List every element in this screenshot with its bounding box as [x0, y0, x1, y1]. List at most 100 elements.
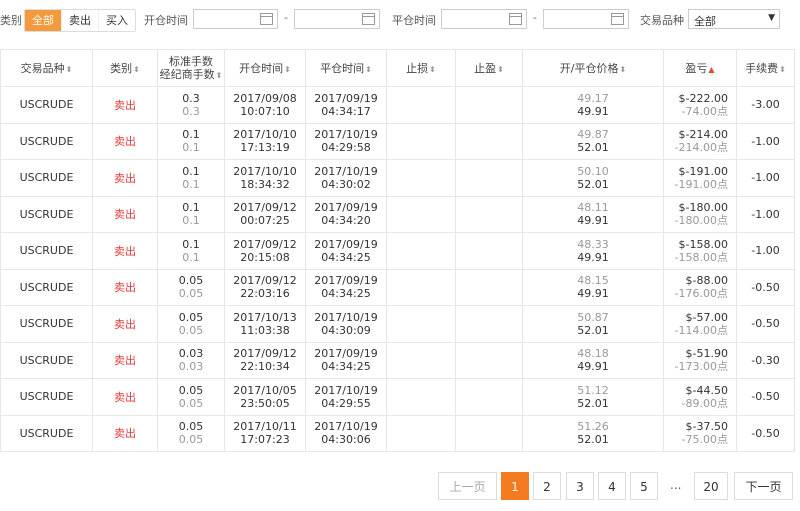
- sort-icon: ⬍: [65, 65, 73, 74]
- cell-stop-loss: [386, 86, 456, 124]
- type-option-buy[interactable]: 买入: [98, 10, 135, 31]
- cell-price: 50.10 52.01: [522, 159, 664, 197]
- cell-lots: 0.03: [178, 347, 204, 361]
- page-button-2[interactable]: 2: [533, 472, 561, 500]
- prev-page-button[interactable]: 上一页: [438, 472, 497, 500]
- cell-close-price: 52.01: [577, 396, 609, 410]
- calendar-icon: [509, 13, 522, 25]
- close-time-label: 平仓时间: [392, 14, 436, 27]
- cell-close-time: 2017/09/19 04:34:25: [305, 341, 387, 379]
- cell-price: 51.12 52.01: [522, 378, 664, 416]
- cell-type: 卖出: [92, 414, 158, 452]
- page-button-4[interactable]: 4: [598, 472, 626, 500]
- cell-pnl-points: -75.00点: [681, 433, 728, 447]
- open-time-start-input[interactable]: [193, 9, 278, 29]
- cell-close-price: 49.91: [577, 214, 609, 228]
- cell-pnl: $-37.50 -75.00点: [663, 414, 737, 452]
- cell-product: USCRUDE: [19, 426, 74, 440]
- cell-close-date: 2017/10/19: [314, 128, 378, 142]
- cell-type: 卖出: [114, 354, 136, 368]
- cell-open-price: 49.17: [577, 91, 609, 105]
- cell-close-price: 49.91: [577, 360, 609, 374]
- cell-open-time: 2017/09/12 22:03:16: [224, 268, 306, 306]
- cell-close-clock: 04:29:55: [321, 396, 371, 410]
- cell-open-price: 50.10: [577, 164, 609, 178]
- header-lots[interactable]: 标准手数 经纪商手数⬍: [157, 49, 225, 87]
- sort-icon: ⬍: [284, 65, 291, 74]
- header-pnl[interactable]: 盈亏▲: [663, 49, 737, 87]
- cell-lots: 0.1 0.1: [157, 122, 225, 160]
- header-type[interactable]: 类别⬍: [92, 49, 158, 87]
- next-page-button[interactable]: 下一页: [734, 472, 793, 500]
- cell-lots: 0.1: [182, 237, 200, 251]
- cell-price: 48.18 49.91: [522, 341, 664, 379]
- cell-price: 49.87 52.01: [522, 122, 664, 160]
- header-close-time[interactable]: 平仓时间⬍: [305, 49, 387, 87]
- table-row: USCRUDE 卖出 0.1 0.1 2017/10/10 18:34:32 201…: [0, 159, 795, 197]
- cell-fee: -0.50: [751, 390, 780, 404]
- page-button-20[interactable]: 20: [694, 472, 728, 500]
- cell-fee: -1.00: [751, 207, 780, 221]
- cell-open-time: 2017/10/10 17:13:19: [224, 122, 306, 160]
- cell-price: 51.26 52.01: [522, 414, 664, 452]
- cell-take-profit: [455, 232, 523, 270]
- cell-pnl: $-51.90 -173.00点: [663, 341, 737, 379]
- cell-product: USCRUDE: [19, 390, 74, 404]
- cell-close-clock: 04:34:17: [321, 104, 371, 118]
- page-button-3[interactable]: 3: [566, 472, 594, 500]
- cell-stop-loss: [386, 414, 456, 452]
- cell-take-profit: [455, 195, 523, 233]
- header-open-time[interactable]: 开仓时间⬍: [224, 49, 306, 87]
- cell-open-time: 2017/10/10 18:34:32: [224, 159, 306, 197]
- header-take-profit[interactable]: 止盈⬍: [455, 49, 523, 87]
- cell-product: USCRUDE: [0, 341, 93, 379]
- cell-close-date: 2017/09/19: [314, 91, 378, 105]
- cell-lots: 0.1 0.1: [157, 232, 225, 270]
- page-button-1[interactable]: 1: [501, 472, 529, 500]
- sort-icon: ⬍: [779, 65, 786, 74]
- cell-broker-lots: 0.03: [178, 360, 204, 374]
- cell-open-date: 2017/09/12: [233, 237, 297, 251]
- cell-pnl: $-158.00 -158.00点: [663, 232, 737, 270]
- cell-pnl: $-191.00: [678, 164, 728, 178]
- type-option-all[interactable]: 全部: [25, 10, 61, 31]
- header-stop-loss[interactable]: 止损⬍: [386, 49, 456, 87]
- close-time-start-input[interactable]: [441, 9, 527, 29]
- cell-price: 50.87 52.01: [522, 305, 664, 343]
- cell-pnl: $-88.00 -176.00点: [663, 268, 737, 306]
- sort-icon: ⬍: [429, 65, 436, 74]
- cell-stop-loss: [386, 122, 456, 160]
- cell-lots: 0.05 0.05: [157, 268, 225, 306]
- cell-open-date: 2017/10/10: [233, 164, 297, 178]
- header-fee[interactable]: 手续费⬍: [736, 49, 795, 87]
- page-button-5[interactable]: 5: [630, 472, 658, 500]
- cell-lots: 0.05 0.05: [157, 378, 225, 416]
- cell-lots: 0.03 0.03: [157, 341, 225, 379]
- date-separator: -: [533, 11, 537, 24]
- cell-type: 卖出: [114, 427, 136, 441]
- header-price[interactable]: 开/平仓价格⬍: [522, 49, 664, 87]
- cell-take-profit: [455, 86, 523, 124]
- product-select[interactable]: 全部 ▼: [688, 9, 780, 29]
- cell-lots: 0.3: [182, 91, 200, 105]
- cell-broker-lots: 0.05: [178, 287, 204, 301]
- type-option-sell[interactable]: 卖出: [61, 10, 98, 31]
- cell-pnl: $-44.50: [685, 383, 728, 397]
- cell-open-time: 2017/09/08 10:07:10: [224, 86, 306, 124]
- header-product[interactable]: 交易品种⬍: [0, 49, 93, 87]
- cell-broker-lots: 0.1: [182, 250, 200, 264]
- date-separator: -: [284, 11, 288, 24]
- cell-product: USCRUDE: [0, 268, 93, 306]
- cell-pnl: $-57.00: [685, 310, 728, 324]
- cell-stop-loss: [386, 232, 456, 270]
- close-time-end-input[interactable]: [543, 9, 629, 29]
- cell-type: 卖出: [92, 195, 158, 233]
- cell-open-date: 2017/09/12: [233, 201, 297, 215]
- table-row: USCRUDE 卖出 0.05 0.05 2017/10/05 23:50:05 2…: [0, 378, 795, 416]
- cell-open-clock: 11:03:38: [240, 323, 290, 337]
- cell-close-time: 2017/10/19 04:30:02: [305, 159, 387, 197]
- cell-close-date: 2017/09/19: [314, 347, 378, 361]
- table-row: USCRUDE 卖出 0.3 0.3 2017/09/08 10:07:10 201…: [0, 86, 795, 124]
- open-time-end-input[interactable]: [294, 9, 380, 29]
- cell-type: 卖出: [114, 98, 136, 112]
